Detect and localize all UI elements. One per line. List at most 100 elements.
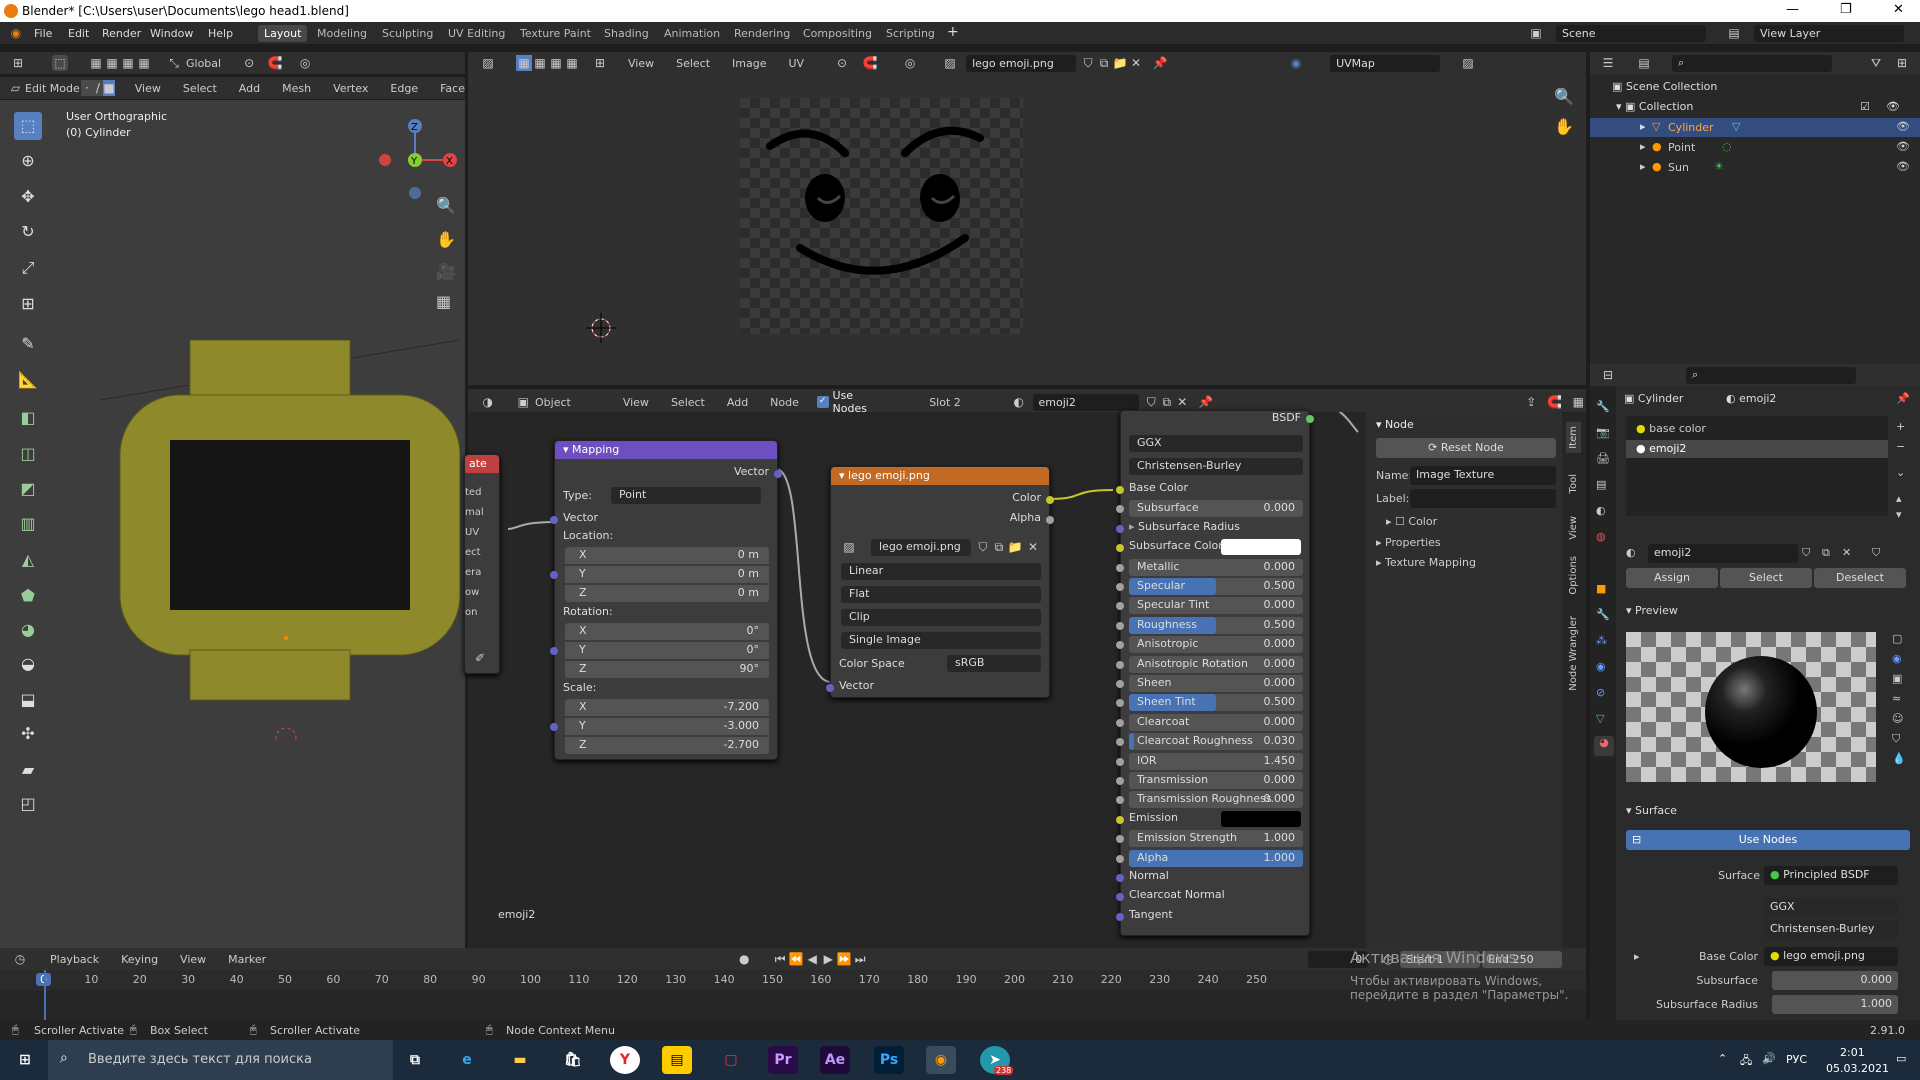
viewport-menu-view[interactable]: View — [135, 82, 161, 95]
preview-monkey-icon[interactable]: ☺ — [1892, 712, 1903, 725]
properties-panel[interactable]: ▸ Properties — [1376, 536, 1441, 549]
deselect-button[interactable]: Deselect — [1814, 568, 1906, 588]
proportional-edit-icon[interactable]: ◎ — [297, 55, 313, 71]
knife-tool-icon[interactable]: ◭ — [14, 546, 42, 574]
mapping-loc-z-field[interactable]: Z 0 m — [565, 585, 769, 602]
select-mode-icon[interactable]: ▦ — [120, 55, 136, 71]
material-field[interactable]: emoji2 — [1648, 544, 1798, 563]
spin-tool-icon[interactable]: ◕ — [14, 616, 42, 644]
material-browse-icon[interactable]: ◐ — [1011, 394, 1027, 410]
sticky-notes-icon[interactable]: ▤ — [662, 1046, 692, 1074]
bevel-tool-icon[interactable]: ◩ — [14, 475, 42, 503]
bsdf-subsurface-radius-field[interactable]: ▸ Subsurface Radius — [1129, 520, 1301, 538]
network-icon[interactable]: 🖧 — [1740, 1052, 1752, 1071]
input-socket[interactable] — [1116, 505, 1124, 514]
viewport-menu-vertex[interactable]: Vertex — [333, 82, 368, 95]
surface-shader-field[interactable]: ● Principled BSDF — [1764, 866, 1898, 885]
bsdf-specular-field[interactable]: 0.500 Specular — [1129, 578, 1303, 595]
select-mode-icon[interactable]: ▦ — [88, 55, 104, 71]
view-layer-field[interactable]: View Layer — [1754, 25, 1904, 42]
outliner-item-sun[interactable]: ▸ ● Sun ☀ 👁 — [1590, 158, 1920, 177]
move-up-icon[interactable]: ▴ — [1896, 492, 1902, 505]
display-channels-icon[interactable]: ▨ — [1460, 55, 1476, 71]
file-explorer-icon[interactable]: ▬ — [505, 1046, 535, 1074]
input-socket[interactable] — [1116, 699, 1124, 708]
uv-sync-icon[interactable]: ⊞ — [592, 55, 608, 71]
distribution-dropdown[interactable]: GGX — [1129, 435, 1303, 452]
new-collection-icon[interactable]: ⊞ — [1894, 55, 1910, 71]
menu-help[interactable]: Help — [208, 27, 233, 40]
bsdf-subsurface-color-field[interactable]: Subsurface Color — [1129, 539, 1301, 557]
eye-icon[interactable]: 👁 — [1896, 160, 1910, 173]
bsdf-transmission-roughness-field[interactable]: 0.000 Transmission Roughness — [1129, 791, 1303, 809]
editor-type-icon[interactable]: ☰ — [1600, 55, 1616, 71]
mode-dropdown[interactable]: Edit Mode — [25, 82, 81, 95]
subsurface-method-dropdown[interactable]: Christensen-Burley — [1129, 458, 1303, 475]
timeline-area[interactable]: 0102030405060708090100110120130140150160… — [0, 948, 1586, 1020]
output-tab-icon[interactable]: 🖨 — [1596, 452, 1610, 465]
node-menu-node[interactable]: Node — [770, 396, 799, 409]
jump-end-icon[interactable]: ⏭ — [852, 951, 868, 967]
input-socket[interactable] — [1116, 602, 1124, 611]
bsdf-anisotropic-field[interactable]: 0.000 Anisotropic — [1129, 636, 1303, 654]
jump-start-icon[interactable]: ⏮ — [772, 951, 788, 967]
after-effects-icon[interactable]: Ae — [820, 1046, 850, 1074]
mapping-node[interactable]: ▾ Mapping Vector Type: Point Vector Loca… — [550, 440, 782, 760]
unlink-image-icon[interactable]: ✕ — [1025, 539, 1041, 555]
edge-icon[interactable]: e — [452, 1046, 482, 1074]
viewport-menu-mesh[interactable]: Mesh — [282, 82, 311, 95]
input-socket[interactable] — [1116, 835, 1124, 844]
outliner-search-field[interactable]: ⌕ — [1672, 54, 1832, 72]
constraints-tab-icon[interactable]: ⊘ — [1596, 686, 1605, 699]
mapping-loc-y-field[interactable]: Y 0 m — [565, 566, 769, 583]
remove-slot-icon[interactable]: − — [1896, 440, 1905, 453]
keying-menu[interactable]: Keying — [121, 953, 158, 966]
frame-ruler[interactable]: 0102030405060708090100110120130140150160… — [0, 970, 1586, 990]
tab-node-wrangler[interactable]: Node Wrangler — [1566, 612, 1581, 695]
browse-material-icon[interactable]: ⛉ — [1872, 546, 1880, 560]
slot-dropdown[interactable]: Slot 2 — [929, 396, 997, 409]
transform-orientation-dropdown[interactable]: Global — [186, 57, 221, 70]
fake-user-icon[interactable]: ⛉ — [1143, 394, 1159, 410]
preview-fluid-icon[interactable]: 💧 — [1892, 752, 1906, 765]
pin-icon[interactable]: 📌 — [1896, 392, 1910, 405]
expand-icon[interactable]: ▸ — [1640, 140, 1646, 153]
tab-shading[interactable]: Shading — [598, 25, 655, 42]
rotate-tool-icon[interactable]: ↻ — [14, 218, 42, 246]
modifier-tab-icon[interactable]: 🔧 — [1596, 608, 1610, 621]
uv-select-icon[interactable]: ▦ — [532, 55, 548, 71]
proportional-icon[interactable]: ◎ — [902, 55, 918, 71]
input-socket[interactable] — [1116, 757, 1124, 766]
texture-mapping-panel[interactable]: ▸ Texture Mapping — [1376, 556, 1476, 569]
unlink-image-icon[interactable]: ✕ — [1128, 55, 1144, 71]
clock-date[interactable]: 05.03.2021 — [1826, 1062, 1889, 1075]
node-header[interactable]: ▾ Mapping — [555, 441, 777, 459]
image-browse-icon[interactable]: ▨ — [942, 55, 958, 71]
mapping-loc-x-field[interactable]: X 0 m — [565, 547, 769, 564]
slot-specials-icon[interactable]: ⌄ — [1896, 466, 1905, 479]
yandex-icon[interactable]: Y — [610, 1046, 640, 1074]
shader-type-dropdown[interactable]: Object — [535, 396, 603, 409]
maximize-button[interactable]: ❐ — [1840, 2, 1852, 17]
annotate-tool-icon[interactable]: ✎ — [14, 330, 42, 358]
expand-icon[interactable]: ▸ — [1640, 120, 1646, 133]
face-select-icon[interactable]: ■ — [103, 80, 115, 96]
mapping-rot-z-field[interactable]: Z 90° — [565, 661, 769, 678]
data-tab-icon[interactable]: ▽ — [1596, 712, 1604, 725]
output-alpha-socket[interactable] — [1046, 516, 1054, 524]
transform-orientation-icon[interactable]: ⤡ — [166, 55, 182, 71]
edge-slide-tool-icon[interactable]: ⬓ — [14, 686, 42, 714]
tab-sculpting[interactable]: Sculpting — [376, 25, 439, 42]
preview-cube-icon[interactable]: ▣ — [1892, 672, 1902, 685]
image-menu-view[interactable]: View — [628, 57, 654, 70]
filter-icon[interactable]: ⛛ — [1868, 55, 1884, 71]
mapping-scale-x-field[interactable]: X -7.200 — [565, 699, 769, 716]
preview-hair-icon[interactable]: ≈ — [1892, 692, 1901, 705]
image-browse-icon[interactable]: ▨ — [841, 539, 857, 555]
grid-icon[interactable]: ▦ — [436, 292, 451, 311]
tab-compositing[interactable]: Compositing — [797, 25, 878, 42]
parent-node-tree-icon[interactable]: ⇪ — [1523, 394, 1539, 410]
bsdf-metallic-field[interactable]: 0.000 Metallic — [1129, 558, 1303, 576]
expand-icon[interactable]: ▸ — [1634, 950, 1640, 963]
scene-tab-icon[interactable]: ◐ — [1596, 504, 1606, 517]
